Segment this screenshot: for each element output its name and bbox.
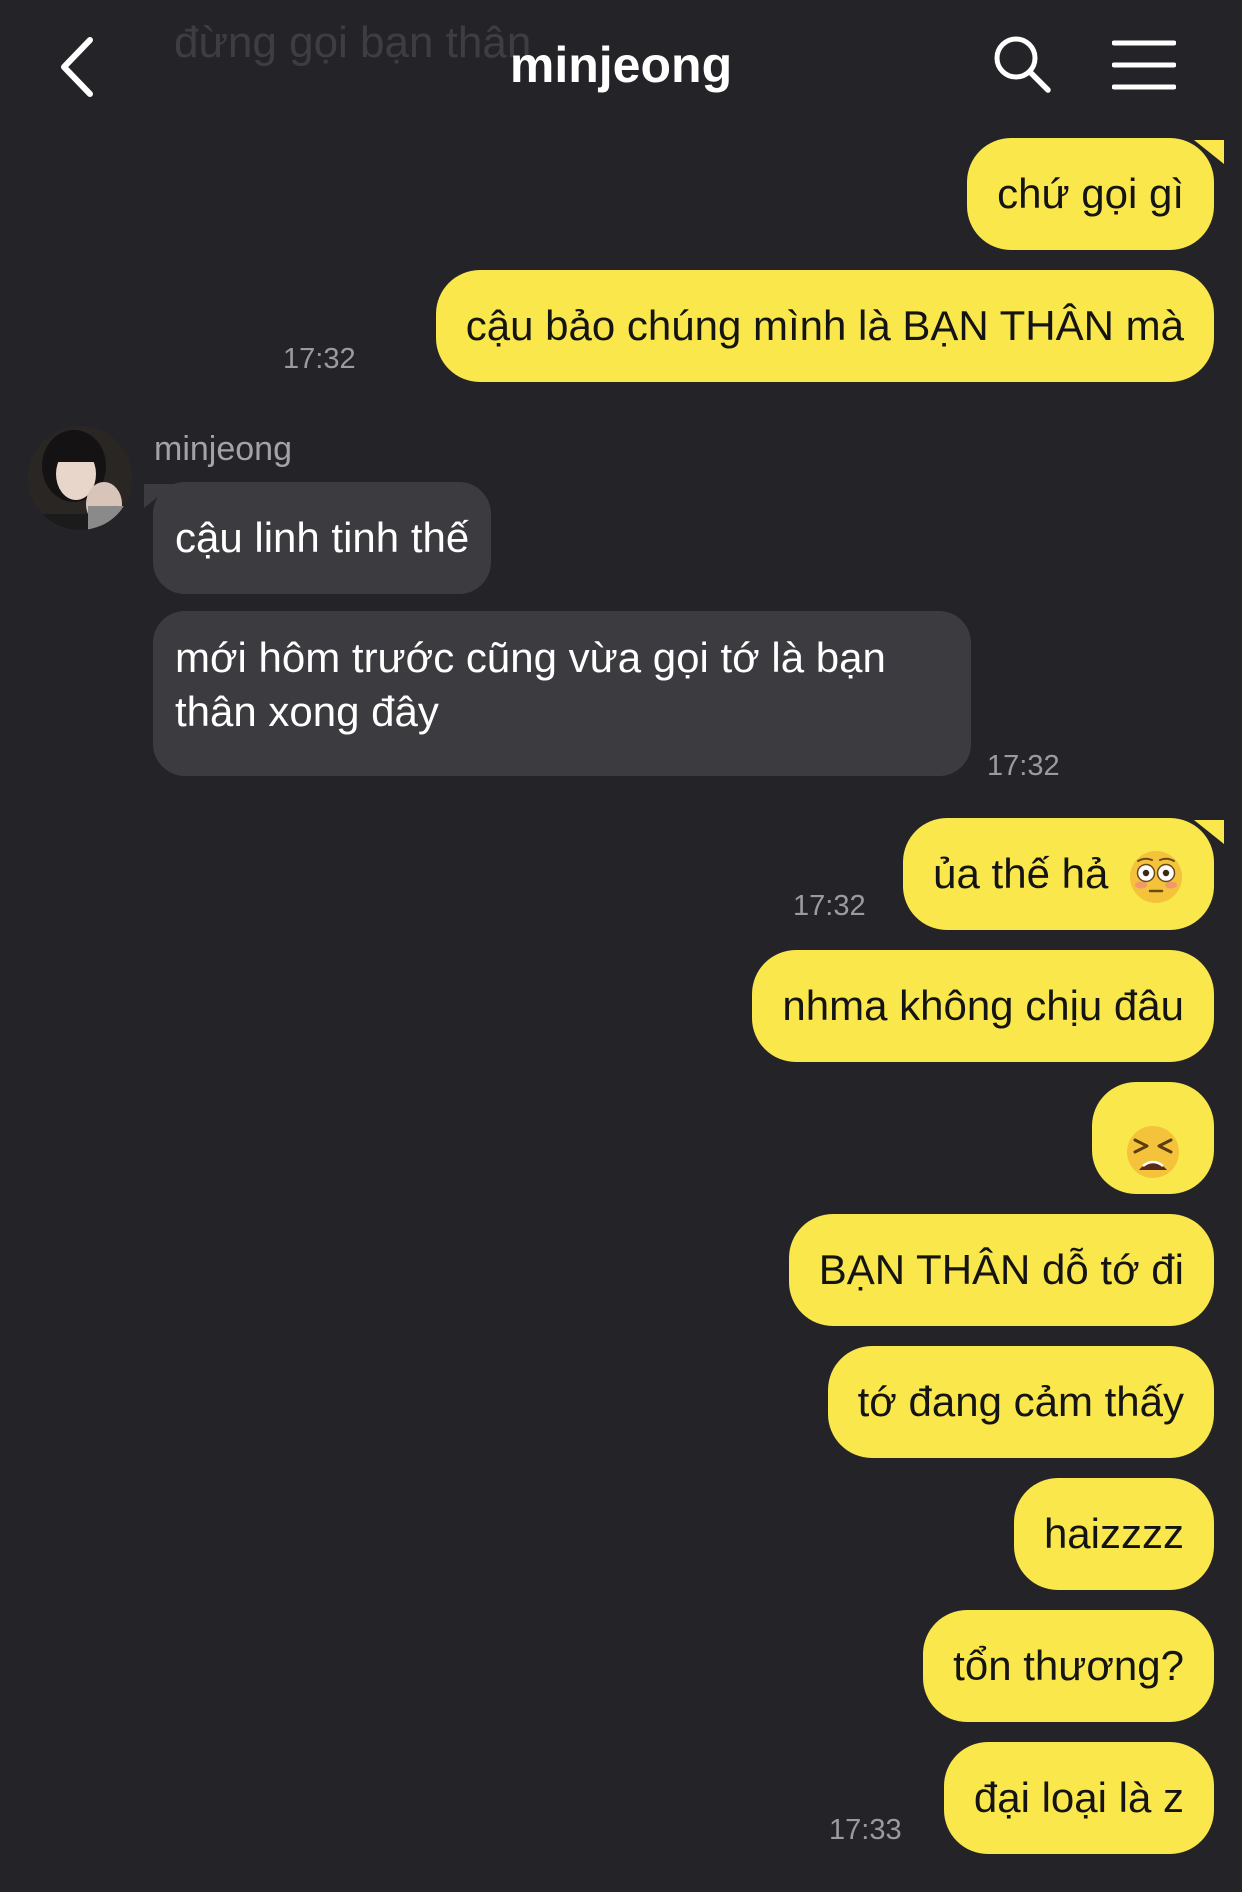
message-text-line: mới hôm trước cũng vừa gọi tớ là bạn <box>175 634 886 681</box>
message-text: ủa thế hả <box>933 850 1109 897</box>
my-message-bubble[interactable]: haizzzz <box>1013 1478 1214 1590</box>
my-message-bubble[interactable]: tớ đang cảm thấy <box>827 1346 1214 1458</box>
search-icon[interactable] <box>992 34 1052 94</box>
other-message-bubble[interactable]: mới hôm trước cũng vừa gọi tớ là bạn thâ… <box>153 611 971 776</box>
message-timestamp: 17:33 <box>829 1814 902 1846</box>
chat-header: đừng gọi bạn thân minjeong <box>0 0 1242 130</box>
message-timestamp: 17:32 <box>283 343 356 375</box>
my-message-bubble[interactable]: ủa thế hả <box>903 818 1214 930</box>
flushed-face-emoji <box>1120 821 1184 933</box>
my-message-bubble[interactable]: BẠN THÂN dỗ tớ đi <box>788 1214 1214 1326</box>
my-message-bubble[interactable]: tổn thương? <box>923 1610 1214 1722</box>
message-timestamp: 17:32 <box>987 750 1060 782</box>
avatar[interactable] <box>28 426 132 530</box>
my-message-bubble[interactable]: chứ gọi gì <box>967 138 1214 250</box>
my-message-bubble[interactable] <box>1092 1082 1214 1194</box>
message-text-line: thân xong đây <box>175 688 439 735</box>
message-timestamp: 17:32 <box>793 890 866 922</box>
sender-name: minjeong <box>154 430 292 468</box>
my-message-bubble[interactable]: đại loại là z <box>943 1742 1214 1854</box>
message-text: cậu linh tinh thế <box>175 514 470 561</box>
chat-title: minjeong <box>509 37 733 93</box>
menu-icon[interactable] <box>1111 38 1177 92</box>
tired-face-emoji <box>1125 1110 1181 1178</box>
other-message-bubble[interactable]: cậu linh tinh thế <box>153 482 492 594</box>
my-message-bubble[interactable]: nhma không chịu đâu <box>752 950 1214 1062</box>
my-message-bubble[interactable]: cậu bảo chúng mình là BẠN THÂN mà <box>435 270 1214 382</box>
